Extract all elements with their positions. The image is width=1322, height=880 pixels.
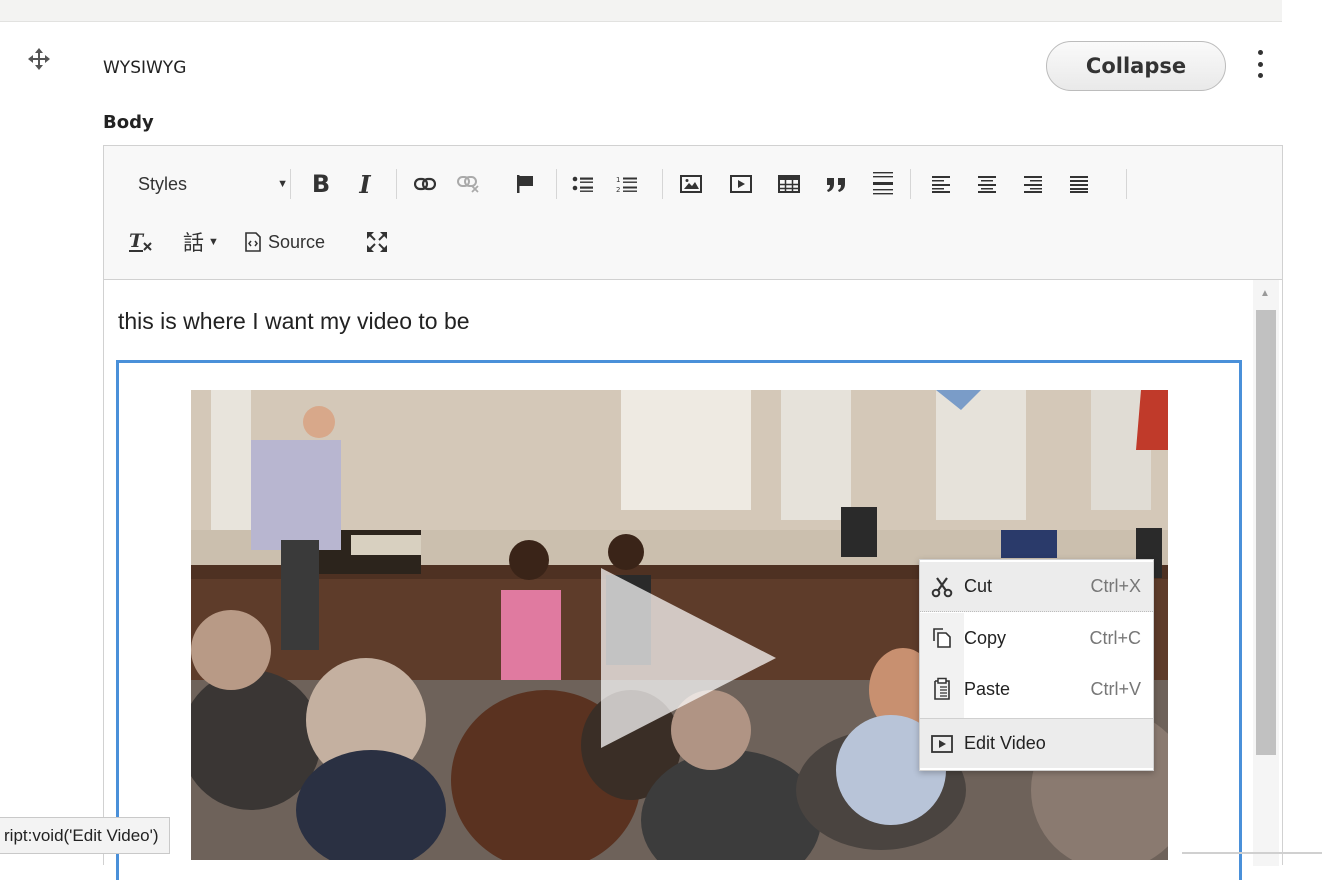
context-menu-item-paste[interactable]: Paste Ctrl+V xyxy=(920,664,1153,714)
align-right-icon[interactable] xyxy=(1016,164,1050,204)
remove-format-icon[interactable]: T xyxy=(126,222,156,262)
source-button-label: Source xyxy=(268,231,326,252)
toolbar-row-2: T 話 ▼ Source xyxy=(104,222,1282,262)
editor-toolbar: Styles ▼ B I 12 T 話 ▼ Source xyxy=(104,146,1282,280)
language-dropdown[interactable]: 話 ▼ xyxy=(174,222,228,262)
svg-text:1: 1 xyxy=(616,176,620,184)
styles-dropdown[interactable]: Styles ▼ xyxy=(138,164,288,204)
more-actions-icon[interactable] xyxy=(1250,44,1270,84)
context-menu-label: Copy xyxy=(964,627,1007,648)
image-icon[interactable] xyxy=(674,164,708,204)
chevron-down-icon: ▼ xyxy=(277,178,288,190)
italic-button[interactable]: I xyxy=(348,164,382,204)
context-menu-shortcut: Ctrl+X xyxy=(1090,576,1141,596)
context-menu-label: Paste xyxy=(964,678,1011,699)
toolbar-row-1: Styles ▼ B I 12 xyxy=(104,164,1282,204)
svg-text:T: T xyxy=(129,230,145,252)
link-icon[interactable] xyxy=(408,164,442,204)
context-menu-shortcut: Ctrl+C xyxy=(1089,627,1141,648)
top-strip xyxy=(0,0,1282,22)
editor-scrollbar[interactable]: ▲ xyxy=(1253,280,1279,866)
styles-dropdown-label: Styles xyxy=(138,173,188,194)
context-menu-label: Cut xyxy=(964,576,993,596)
move-arrows-icon xyxy=(28,48,50,70)
video-embed-icon[interactable] xyxy=(724,164,758,204)
chevron-down-icon: ▼ xyxy=(208,236,219,248)
anchor-flag-icon[interactable] xyxy=(508,164,542,204)
context-menu-shortcut: Ctrl+V xyxy=(1090,678,1141,699)
align-center-icon[interactable] xyxy=(970,164,1004,204)
unlink-icon[interactable] xyxy=(452,164,486,204)
numbered-list-icon[interactable]: 12 xyxy=(610,164,644,204)
align-justify-icon[interactable] xyxy=(1062,164,1096,204)
content-paragraph: this is where I want my video to be xyxy=(118,308,470,334)
video-embed-icon xyxy=(920,734,964,753)
svg-text:2: 2 xyxy=(616,186,620,193)
context-menu-label: Edit Video xyxy=(964,733,1046,753)
context-menu-item-cut[interactable]: Cut Ctrl+X xyxy=(920,562,1153,612)
source-button[interactable]: Source xyxy=(244,222,348,262)
paste-clipboard-icon xyxy=(920,677,964,701)
source-document-icon xyxy=(245,232,261,252)
scroll-up-arrow-icon[interactable]: ▲ xyxy=(1260,288,1270,299)
collapse-button[interactable]: Collapse xyxy=(1046,41,1226,91)
context-menu-item-copy[interactable]: Copy Ctrl+C xyxy=(920,613,1153,663)
drag-handle-icon[interactable] xyxy=(26,48,52,74)
maximize-icon[interactable] xyxy=(360,222,394,262)
bulleted-list-icon[interactable] xyxy=(566,164,600,204)
align-left-icon[interactable] xyxy=(924,164,958,204)
blockquote-icon[interactable] xyxy=(820,164,854,204)
context-menu-item-edit-video[interactable]: Edit Video xyxy=(920,718,1153,768)
bold-button[interactable]: B xyxy=(304,164,338,204)
context-menu: Cut Ctrl+X Copy Ctrl+C Paste Ctrl+V Edit… xyxy=(919,559,1154,771)
browser-status-bar: ript:void('Edit Video') xyxy=(0,817,170,854)
paragraph-type-label: WYSIWYG xyxy=(103,58,187,78)
field-label: Body xyxy=(103,112,154,133)
table-icon[interactable] xyxy=(772,164,806,204)
horizontal-rule-icon[interactable] xyxy=(866,164,900,204)
scissors-icon xyxy=(920,576,964,598)
language-icon: 話 xyxy=(183,232,205,255)
scroll-thumb[interactable] xyxy=(1256,310,1276,755)
copy-icon xyxy=(920,627,964,649)
